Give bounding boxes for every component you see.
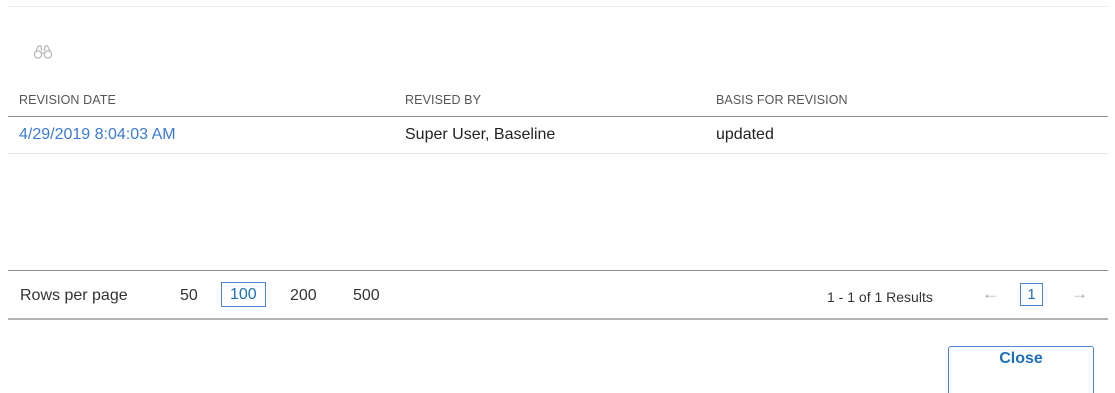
column-header-basis-for-revision[interactable]: BASIS FOR REVISION — [716, 93, 848, 107]
top-divider — [8, 6, 1108, 7]
rows-per-page-option-200[interactable]: 200 — [290, 287, 317, 305]
rows-per-page-option-100-selected[interactable]: 100 — [221, 282, 266, 307]
rows-per-page-label: Rows per page — [20, 287, 128, 304]
revision-table: REVISION DATE REVISED BY BASIS FOR REVIS… — [8, 88, 1108, 154]
arrow-right-icon[interactable]: → — [1071, 284, 1088, 304]
table-row: 4/29/2019 8:04:03 AM Super User, Baselin… — [8, 117, 1108, 154]
column-header-revised-by[interactable]: REVISED BY — [405, 93, 481, 107]
arrow-left-icon[interactable]: ← — [982, 284, 999, 304]
binoculars-icon[interactable] — [33, 44, 53, 60]
column-header-revision-date[interactable]: REVISION DATE — [19, 93, 116, 107]
revised-by-cell: Super User, Baseline — [405, 126, 556, 143]
close-button[interactable]: Close — [948, 346, 1094, 393]
rows-per-page-option-500[interactable]: 500 — [353, 287, 380, 305]
revision-history-dialog: REVISION DATE REVISED BY BASIS FOR REVIS… — [0, 0, 1115, 393]
current-page-button[interactable]: 1 — [1020, 283, 1043, 306]
basis-for-revision-cell: updated — [716, 126, 774, 143]
pagination-bar: Rows per page 50 100 200 500 1 - 1 of 1 … — [8, 270, 1108, 320]
results-count: 1 - 1 of 1 Results — [827, 289, 933, 305]
rows-per-page-option-50[interactable]: 50 — [180, 287, 198, 305]
table-header: REVISION DATE REVISED BY BASIS FOR REVIS… — [8, 88, 1108, 117]
revision-date-link[interactable]: 4/29/2019 8:04:03 AM — [19, 126, 176, 144]
